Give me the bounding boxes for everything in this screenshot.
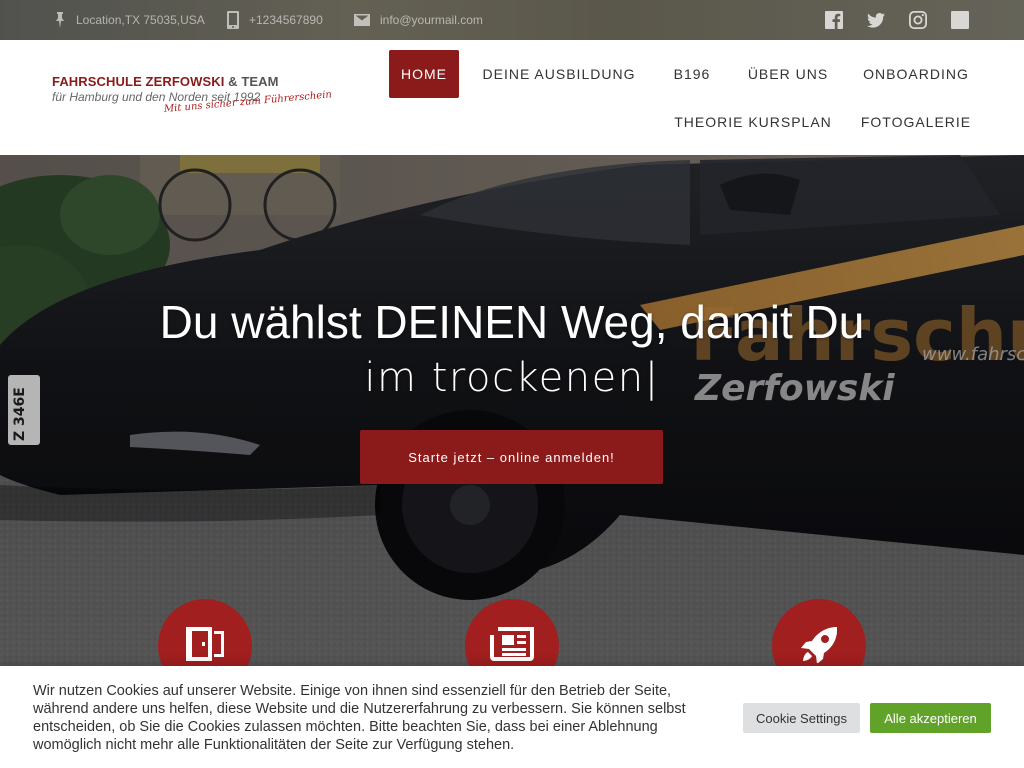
nav-home[interactable]: HOME [389,50,459,98]
newspaper-icon [490,627,534,661]
mobile-phone-icon [227,11,239,29]
instagram-link[interactable] [908,10,928,30]
nav-ueber-uns[interactable]: ÜBER UNS [738,50,838,98]
phone-info[interactable]: +1234567890 [227,0,323,40]
location-text: Location,TX 75035,USA [76,13,205,27]
nav-deine-ausbildung[interactable]: DEINE AUSBILDUNG [474,50,644,98]
logo-title: FAHRSCHULE ZERFOWSKI & TEAM [52,74,322,89]
instagram-icon [909,11,927,29]
email-info[interactable]: info@yourmail.com [354,0,483,40]
phone-text[interactable]: +1234567890 [249,13,323,27]
email-text[interactable]: info@yourmail.com [380,13,483,27]
hero-title-line1: Du wählst DEINEN Weg, damit Du [159,296,865,348]
nav-fotogalerie[interactable]: FOTOGALERIE [853,98,979,146]
google-plus-icon [951,11,969,29]
cookie-settings-button[interactable]: Cookie Settings [743,703,860,733]
facebook-link[interactable] [824,10,844,30]
hero-title-line2: im trockenen| [364,355,660,401]
accept-all-cookies-button[interactable]: Alle akzeptieren [870,703,991,733]
logo-brand: FAHRSCHULE ZERFOWSKI [52,74,225,89]
door-icon [186,627,224,661]
facebook-icon [825,11,843,29]
rocket-icon [801,627,837,663]
twitter-link[interactable] [866,10,886,30]
logo-team: & TEAM [228,74,279,89]
top-contact-bar: Location,TX 75035,USA +1234567890 info@y… [0,0,1024,40]
cookie-banner: Wir nutzen Cookies auf unserer Website. … [0,666,1024,768]
nav-theorie-kursplan[interactable]: THEORIE KURSPLAN [668,98,838,146]
twitter-icon [867,12,885,28]
site-logo[interactable]: FAHRSCHULE ZERFOWSKI & TEAM für Hamburg … [52,74,332,115]
online-register-button[interactable]: Starte jetzt – online anmelden! [360,430,663,484]
envelope-icon [354,14,370,26]
google-plus-link[interactable] [950,10,970,30]
site-header: FAHRSCHULE ZERFOWSKI & TEAM für Hamburg … [0,40,1024,155]
nav-onboarding[interactable]: ONBOARDING [853,50,979,98]
pin-icon [56,12,64,28]
cookie-notice-text: Wir nutzen Cookies auf unserer Website. … [33,683,686,753]
location-info: Location,TX 75035,USA [54,0,205,40]
nav-b196[interactable]: B196 [660,50,724,98]
